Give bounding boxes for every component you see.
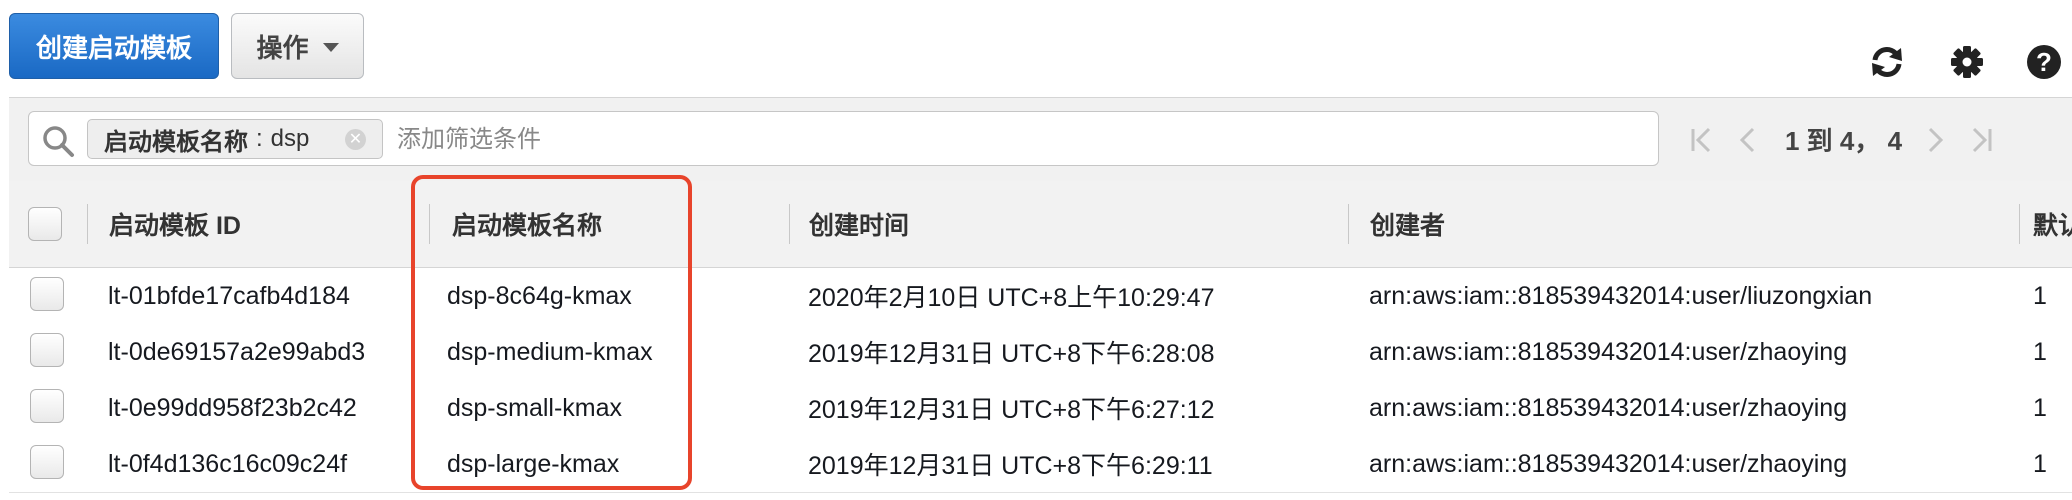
template-name-cell: dsp-large-kmax (447, 449, 620, 478)
filter-token[interactable]: 启动模板名称 : dsp ✕ (87, 119, 383, 159)
creator-cell: arn:aws:iam::818539432014:user/zhaoying (1369, 337, 1848, 366)
template-name-cell: dsp-8c64g-kmax (447, 281, 632, 310)
chevron-down-icon (322, 43, 339, 52)
default-version-cell: 1 (2033, 281, 2047, 310)
column-header-default-version[interactable]: 默认 (2033, 181, 2072, 267)
table-row[interactable]: lt-01bfde17cafb4d184 dsp-8c64g-kmax 2020… (9, 268, 2072, 325)
template-name-cell: dsp-medium-kmax (447, 337, 653, 366)
table-row[interactable]: lt-0f4d136c16c09c24f dsp-large-kmax 2019… (9, 436, 2072, 493)
creator-cell: arn:aws:iam::818539432014:user/zhaoying (1369, 449, 1848, 478)
row-checkbox[interactable] (30, 389, 64, 423)
refresh-icon[interactable] (1867, 42, 1907, 82)
template-id-cell[interactable]: lt-0de69157a2e99abd3 (108, 324, 428, 380)
svg-text:?: ? (2036, 47, 2052, 77)
column-header-template-id[interactable]: 启动模板 ID (109, 181, 409, 267)
help-icon[interactable]: ? (2024, 42, 2064, 82)
creator-cell: arn:aws:iam::818539432014:user/liuzongxi… (1369, 281, 1873, 310)
template-id-cell[interactable]: lt-0f4d136c16c09c24f (108, 436, 428, 492)
table-header: 启动模板 ID 启动模板名称 创建时间 创建者 默认 (9, 181, 2072, 268)
actions-label: 操作 (256, 32, 309, 63)
previous-page-icon[interactable] (1737, 125, 1757, 155)
template-id-cell[interactable]: lt-01bfde17cafb4d184 (108, 268, 428, 324)
created-time-cell: 2019年12月31日 UTC+8下午6:28:08 (808, 340, 1215, 368)
column-header-created-time[interactable]: 创建时间 (809, 181, 1329, 267)
creator-cell: arn:aws:iam::818539432014:user/zhaoying (1369, 393, 1848, 422)
created-time-cell: 2019年12月31日 UTC+8下午6:27:12 (808, 396, 1215, 424)
remove-filter-icon[interactable]: ✕ (345, 129, 366, 150)
filter-token-value: dsp (270, 125, 310, 152)
column-divider (1348, 204, 1349, 244)
created-time-cell: 2020年2月10日 UTC+8上午10:29:47 (808, 284, 1215, 312)
column-divider (2019, 204, 2020, 244)
filter-panel: 启动模板名称 : dsp ✕ 1 到 4， 4 (9, 97, 2072, 182)
created-time-cell: 2019年12月31日 UTC+8下午6:29:11 (808, 452, 1213, 480)
last-page-icon[interactable] (1968, 125, 1994, 155)
column-header-creator[interactable]: 创建者 (1370, 181, 1970, 267)
default-version-cell: 1 (2033, 393, 2047, 422)
column-divider (789, 204, 790, 244)
settings-gear-icon[interactable] (1947, 42, 1987, 82)
first-page-icon[interactable] (1689, 125, 1715, 155)
next-page-icon[interactable] (1926, 125, 1946, 155)
template-id-cell[interactable]: lt-0e99dd958f23b2c42 (108, 380, 428, 436)
pagination-status: 1 到 4， 4 (1785, 126, 1903, 156)
row-checkbox[interactable] (30, 333, 64, 367)
column-header-template-name[interactable]: 启动模板名称 (452, 181, 782, 267)
column-divider (87, 204, 88, 244)
table-row[interactable]: lt-0e99dd958f23b2c42 dsp-small-kmax 2019… (9, 380, 2072, 437)
row-checkbox[interactable] (30, 277, 64, 311)
template-name-cell: dsp-small-kmax (447, 393, 623, 422)
filter-token-key: 启动模板名称 (104, 128, 248, 156)
column-divider (429, 204, 430, 244)
pagination: 1 到 4， 4 (1689, 98, 1994, 181)
row-checkbox[interactable] (30, 445, 64, 479)
search-icon (43, 126, 74, 157)
add-filter-input[interactable] (395, 121, 1639, 159)
default-version-cell: 1 (2033, 449, 2047, 478)
default-version-cell: 1 (2033, 337, 2047, 366)
select-all-checkbox[interactable] (28, 207, 62, 241)
actions-dropdown-button[interactable]: 操作 (231, 13, 364, 79)
table-row[interactable]: lt-0de69157a2e99abd3 dsp-medium-kmax 201… (9, 324, 2072, 381)
filter-token-separator: : (256, 125, 263, 152)
search-box[interactable]: 启动模板名称 : dsp ✕ (28, 111, 1659, 166)
create-launch-template-button[interactable]: 创建启动模板 (9, 13, 219, 79)
